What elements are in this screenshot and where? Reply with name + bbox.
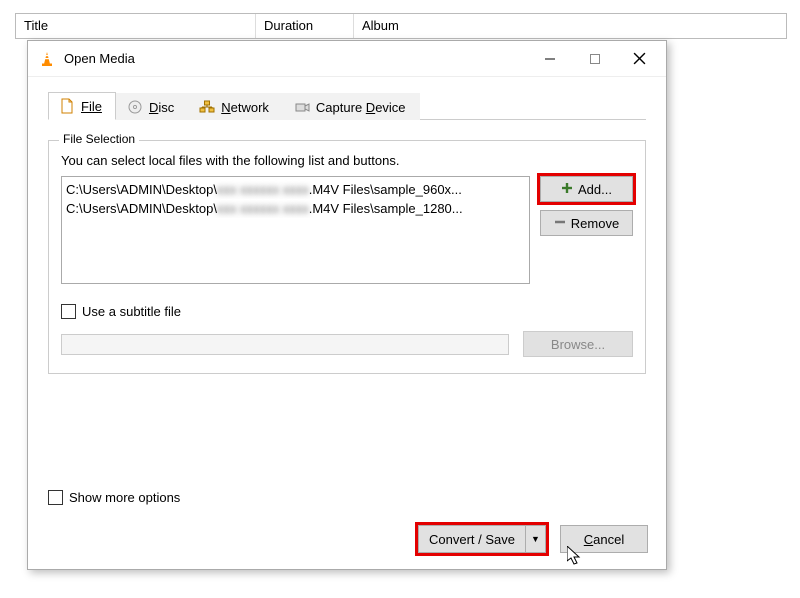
minus-icon (554, 216, 566, 231)
close-button[interactable] (617, 44, 662, 74)
tab-disc-label: Disc (149, 100, 174, 115)
file-selection-group: File Selection You can select local file… (48, 140, 646, 374)
show-more-checkbox[interactable] (48, 490, 63, 505)
subtitle-checkbox[interactable] (61, 304, 76, 319)
cancel-button[interactable]: Cancel (560, 525, 648, 553)
tab-file-label: File (81, 99, 102, 114)
convert-save-button[interactable]: Convert / Save ▼ (418, 525, 546, 553)
dialog-buttons-row: Convert / Save ▼ Cancel (28, 525, 666, 569)
subtitle-path-input (61, 334, 509, 355)
playlist-header: Title Duration Album (15, 13, 787, 39)
file-list[interactable]: C:\Users\ADMIN\Desktop\xxx xxxxxx xxxx.M… (61, 176, 530, 284)
remove-button-label: Remove (571, 216, 619, 231)
column-album[interactable]: Album (354, 14, 786, 38)
tab-capture-label: Capture Device (316, 100, 406, 115)
convert-save-label: Convert / Save (429, 532, 515, 547)
list-item[interactable]: C:\Users\ADMIN\Desktop\xxx xxxxxx xxxx.M… (66, 180, 525, 199)
file-icon (59, 98, 75, 114)
remove-button[interactable]: Remove (540, 210, 633, 236)
cancel-button-label: Cancel (584, 532, 624, 547)
camera-icon (294, 99, 310, 115)
maximize-button[interactable] (572, 44, 617, 74)
tab-network-label: Network (221, 100, 269, 115)
open-media-dialog: Open Media File (27, 40, 667, 570)
minimize-button[interactable] (527, 44, 572, 74)
disc-icon (127, 99, 143, 115)
titlebar: Open Media (28, 41, 666, 77)
tab-file[interactable]: File (48, 92, 116, 120)
window-buttons (527, 44, 662, 74)
tab-disc[interactable]: Disc (116, 93, 188, 120)
add-button[interactable]: Add... (540, 176, 633, 202)
tabs: File Disc (48, 91, 646, 120)
tab-capture[interactable]: Capture Device (283, 93, 420, 120)
vlc-cone-icon (38, 50, 56, 68)
network-icon (199, 99, 215, 115)
column-duration[interactable]: Duration (256, 14, 354, 38)
tab-network[interactable]: Network (188, 93, 283, 120)
add-button-label: Add... (578, 182, 612, 197)
column-title[interactable]: Title (16, 14, 256, 38)
browse-button: Browse... (523, 331, 633, 357)
dialog-title: Open Media (64, 51, 135, 66)
list-item[interactable]: C:\Users\ADMIN\Desktop\xxx xxxxxx xxxx.M… (66, 199, 525, 218)
instruction-text: You can select local files with the foll… (61, 153, 633, 168)
show-more-label: Show more options (69, 490, 180, 505)
subtitle-checkbox-label: Use a subtitle file (82, 304, 181, 319)
convert-dropdown-icon[interactable]: ▼ (526, 525, 546, 553)
file-selection-legend: File Selection (59, 132, 139, 146)
plus-icon (561, 182, 573, 197)
